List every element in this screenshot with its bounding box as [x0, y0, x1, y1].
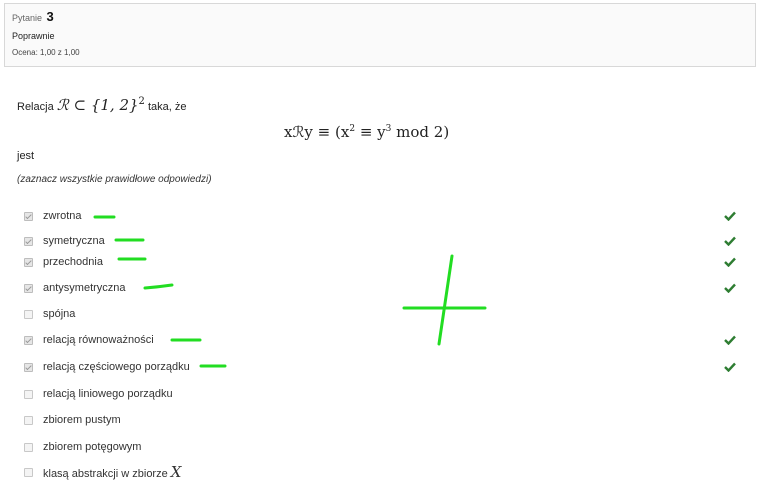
answer-checkbox[interactable] [24, 257, 33, 267]
answer-label[interactable]: spójna [43, 308, 75, 320]
answer-label[interactable]: symetryczna [43, 235, 105, 247]
answer-checkbox[interactable] [24, 415, 33, 425]
answer-checkbox[interactable] [24, 236, 33, 246]
answer-checkbox[interactable] [24, 309, 33, 319]
question-state: Poprawnie [12, 31, 55, 41]
answer-label[interactable]: zwrotna [43, 210, 82, 222]
answer-label[interactable]: zbiorem pustym [43, 414, 121, 426]
relation-formula: xℛy ≡ (x2 ≡ y3 mod 2) [284, 123, 450, 141]
correct-check-icon [724, 211, 736, 221]
question-prefix: Pytanie [12, 13, 43, 23]
answer-checkbox[interactable] [24, 467, 33, 477]
correct-check-icon [724, 236, 736, 246]
question-jest: jest [17, 150, 35, 162]
answer-option: relacją liniowego porządku [24, 386, 173, 402]
answer-option: klasą abstrakcji w zbiorze X [24, 463, 181, 481]
answer-label[interactable]: klasą abstrakcji w zbiorze X [43, 463, 181, 481]
question-number-line: Pytanie 3 [12, 10, 755, 24]
answer-option: symetryczna [24, 233, 105, 249]
question-intro: Relacja [17, 101, 54, 113]
question-text: Relacja ℛ ⊂ {1, 2}2 taka, że [17, 96, 187, 114]
answer-checkbox[interactable] [24, 442, 33, 452]
answer-option: relacją równoważności [24, 332, 154, 348]
correct-check-icon [724, 362, 736, 372]
answer-label[interactable]: relacją częściowego porządku [43, 361, 190, 373]
answer-option: antysymetryczna [24, 280, 126, 296]
question-hint: (zaznacz wszystkie prawidłowe odpowiedzi… [17, 174, 212, 185]
correct-check-icon [724, 257, 736, 267]
answer-option: zbiorem potęgowym [24, 439, 141, 455]
answer-option: relacją częściowego porządku [24, 359, 190, 375]
answer-checkbox[interactable] [24, 362, 33, 372]
answer-checkbox[interactable] [24, 389, 33, 399]
correct-check-icon [724, 335, 736, 345]
question-grade: Ocena: 1,00 z 1,00 [12, 48, 80, 57]
answer-label[interactable]: antysymetryczna [43, 282, 126, 294]
answer-checkbox[interactable] [24, 335, 33, 345]
answer-label[interactable]: relacją liniowego porządku [43, 388, 173, 400]
answer-option: przechodnia [24, 254, 103, 270]
question-intro-end: taka, że [147, 101, 187, 113]
answer-option: zwrotna [24, 208, 82, 224]
annotation-cross-stroke [437, 254, 454, 346]
correct-check-icon [724, 283, 736, 293]
answer-checkbox[interactable] [24, 211, 33, 221]
answer-option: zbiorem pustym [24, 412, 121, 428]
answer-option: spójna [24, 306, 75, 322]
question-info-box: Pytanie 3 Poprawnie Ocena: 1,00 z 1,00 [4, 3, 756, 67]
answer-label[interactable]: relacją równoważności [43, 334, 154, 346]
relation-math: ℛ ⊂ {1, 2}2 [56, 96, 145, 114]
answer-label[interactable]: przechodnia [43, 256, 103, 268]
answer-label[interactable]: zbiorem potęgowym [43, 441, 141, 453]
answer-checkbox[interactable] [24, 283, 33, 293]
question-number: 3 [46, 9, 54, 24]
annotation-dash [143, 283, 174, 290]
